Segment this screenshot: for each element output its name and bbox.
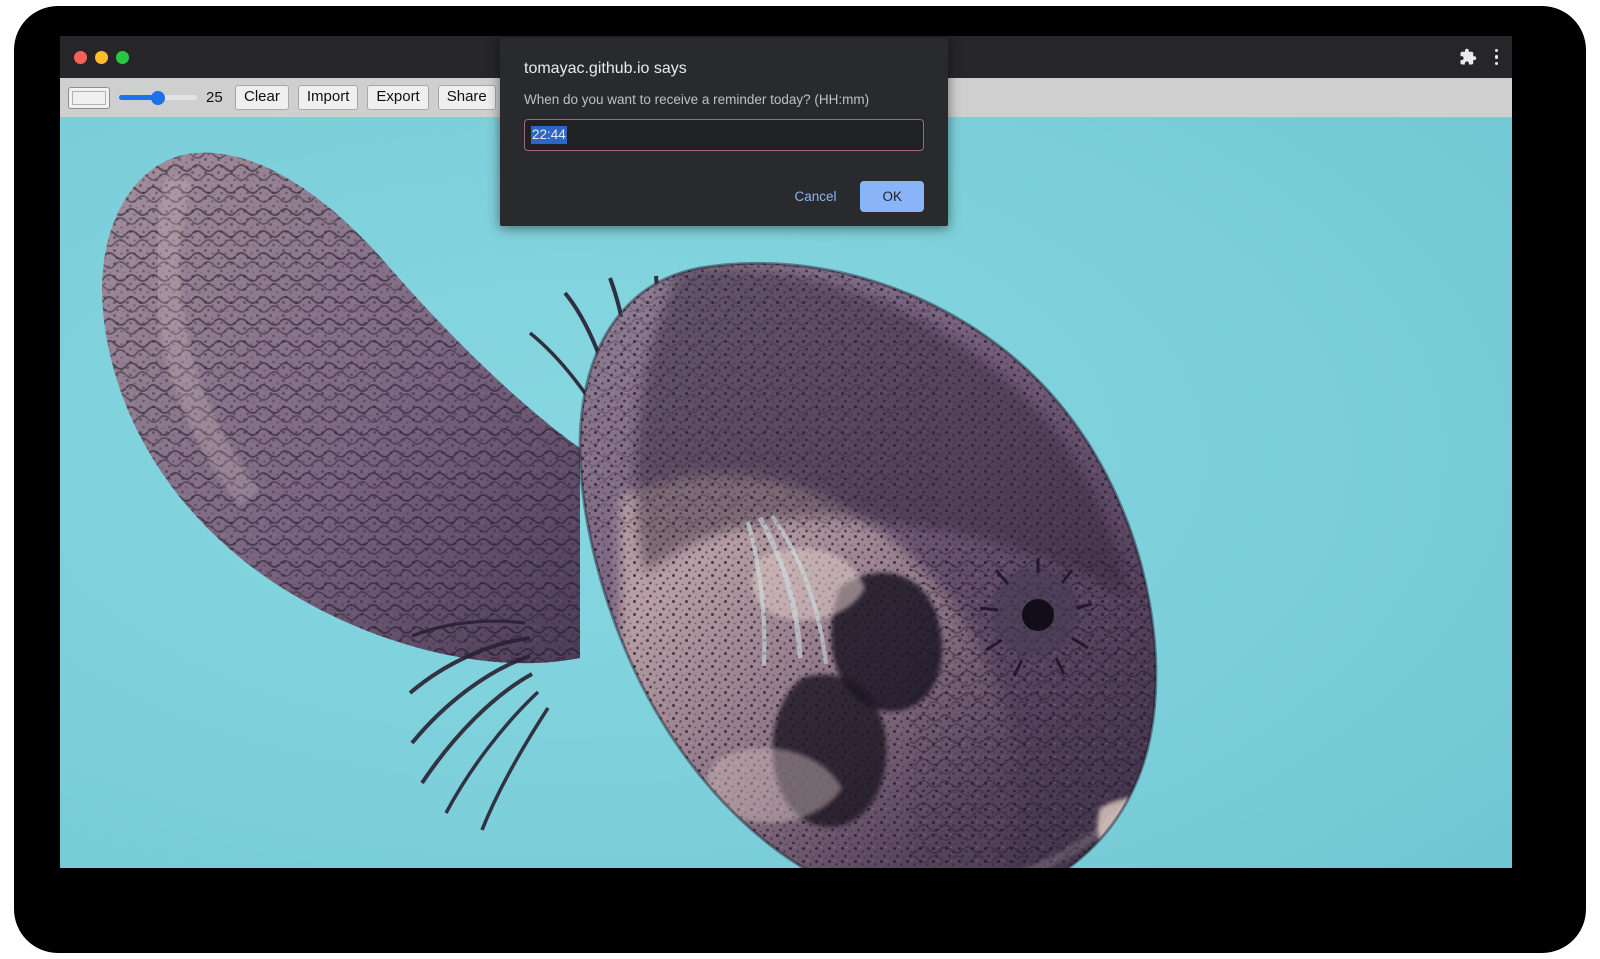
share-button[interactable]: Share	[438, 85, 496, 111]
javascript-prompt-dialog: tomayac.github.io says When do you want …	[500, 38, 948, 226]
dialog-input-wrapper: 22:44	[516, 119, 932, 151]
dialog-message: When do you want to receive a reminder t…	[524, 92, 932, 107]
kebab-menu-icon[interactable]	[1495, 49, 1499, 66]
slider-thumb[interactable]	[151, 91, 165, 105]
page-root: Fugu Greetings	[0, 0, 1600, 959]
minimize-window-button[interactable]	[95, 51, 108, 64]
color-picker-input[interactable]	[68, 87, 110, 109]
color-picker-swatch	[72, 91, 106, 105]
cancel-button[interactable]: Cancel	[780, 181, 850, 212]
titlebar-actions	[1459, 48, 1499, 66]
reminder-time-input[interactable]: 22:44	[524, 119, 924, 151]
import-button[interactable]: Import	[298, 85, 359, 111]
line-thickness-slider[interactable]	[119, 90, 197, 106]
maximize-window-button[interactable]	[116, 51, 129, 64]
line-thickness-value: 25	[206, 89, 226, 106]
reminder-time-input-value: 22:44	[531, 126, 567, 144]
ok-button[interactable]: OK	[860, 181, 924, 212]
dialog-origin-title: tomayac.github.io says	[524, 60, 932, 78]
kebab-dot	[1495, 49, 1499, 53]
drawing-canvas[interactable]	[60, 118, 1512, 868]
pufferfish-photo	[60, 118, 1512, 868]
export-button[interactable]: Export	[367, 85, 428, 111]
kebab-dot	[1495, 55, 1499, 59]
window-controls	[74, 51, 129, 64]
kebab-dot	[1495, 62, 1499, 66]
close-window-button[interactable]	[74, 51, 87, 64]
clear-button[interactable]: Clear	[235, 85, 289, 111]
puzzle-icon[interactable]	[1459, 48, 1477, 66]
dialog-actions: Cancel OK	[516, 181, 932, 212]
